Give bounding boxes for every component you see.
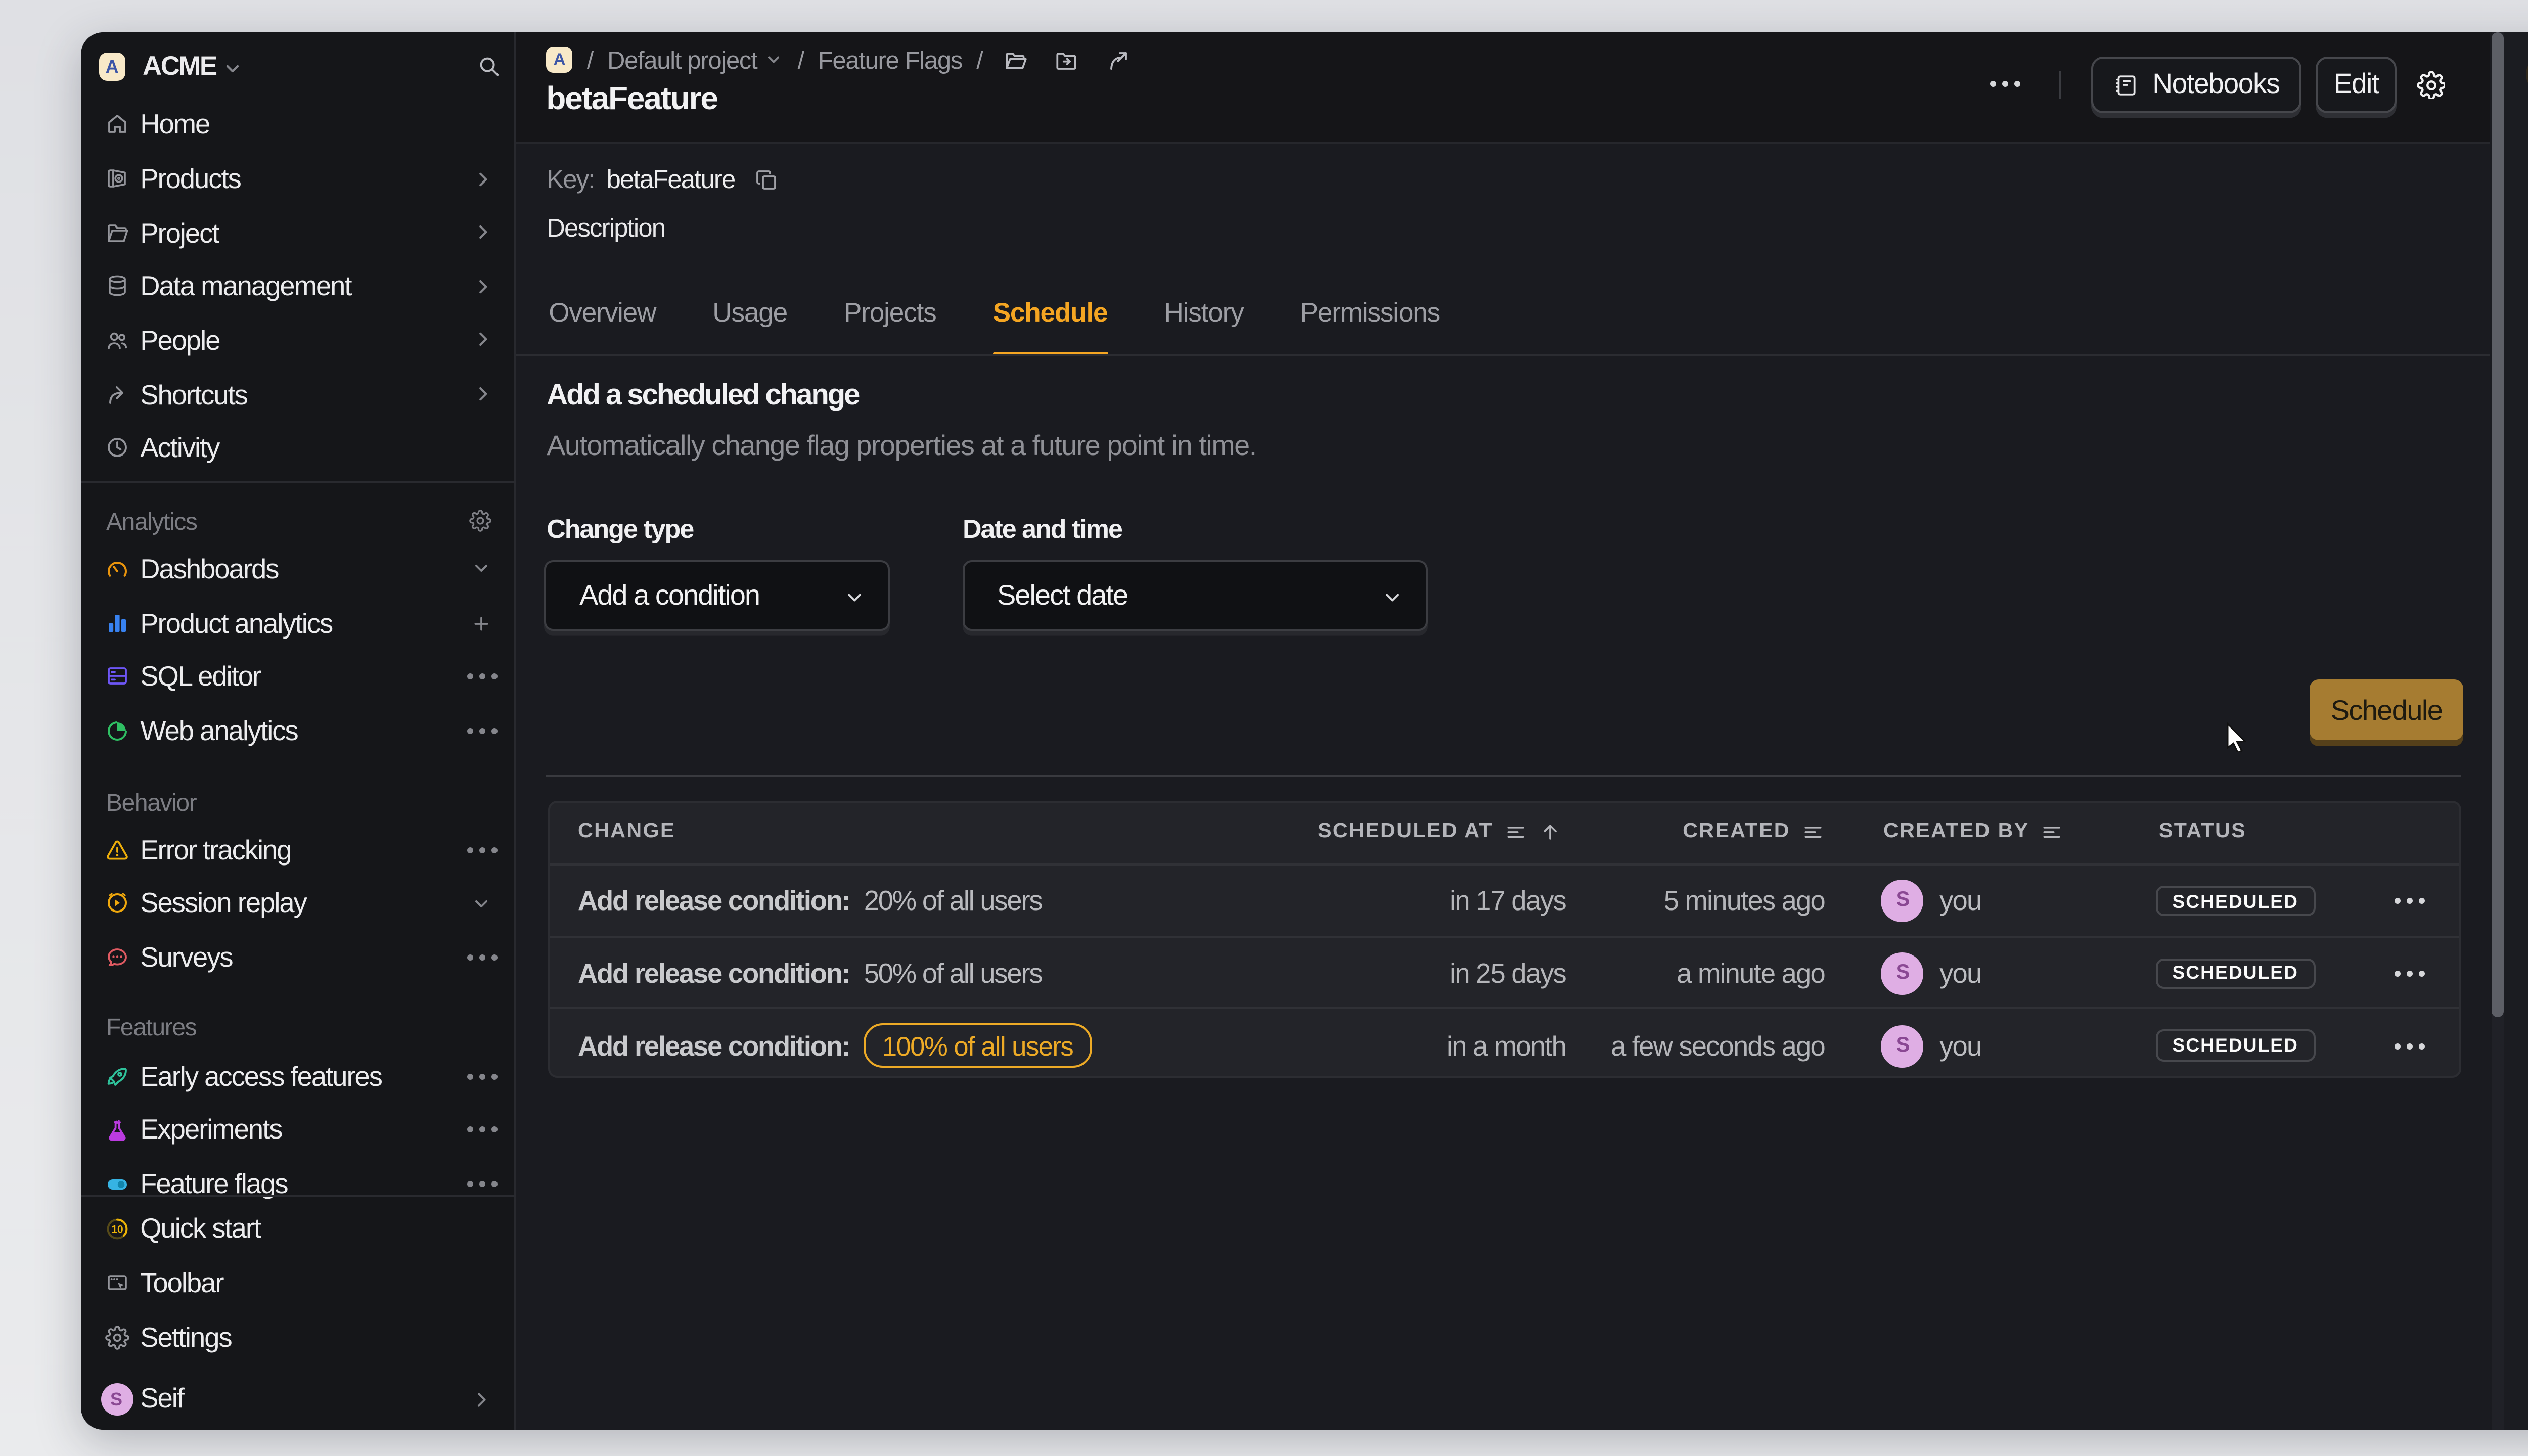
svg-text:10: 10 bbox=[110, 1224, 122, 1236]
